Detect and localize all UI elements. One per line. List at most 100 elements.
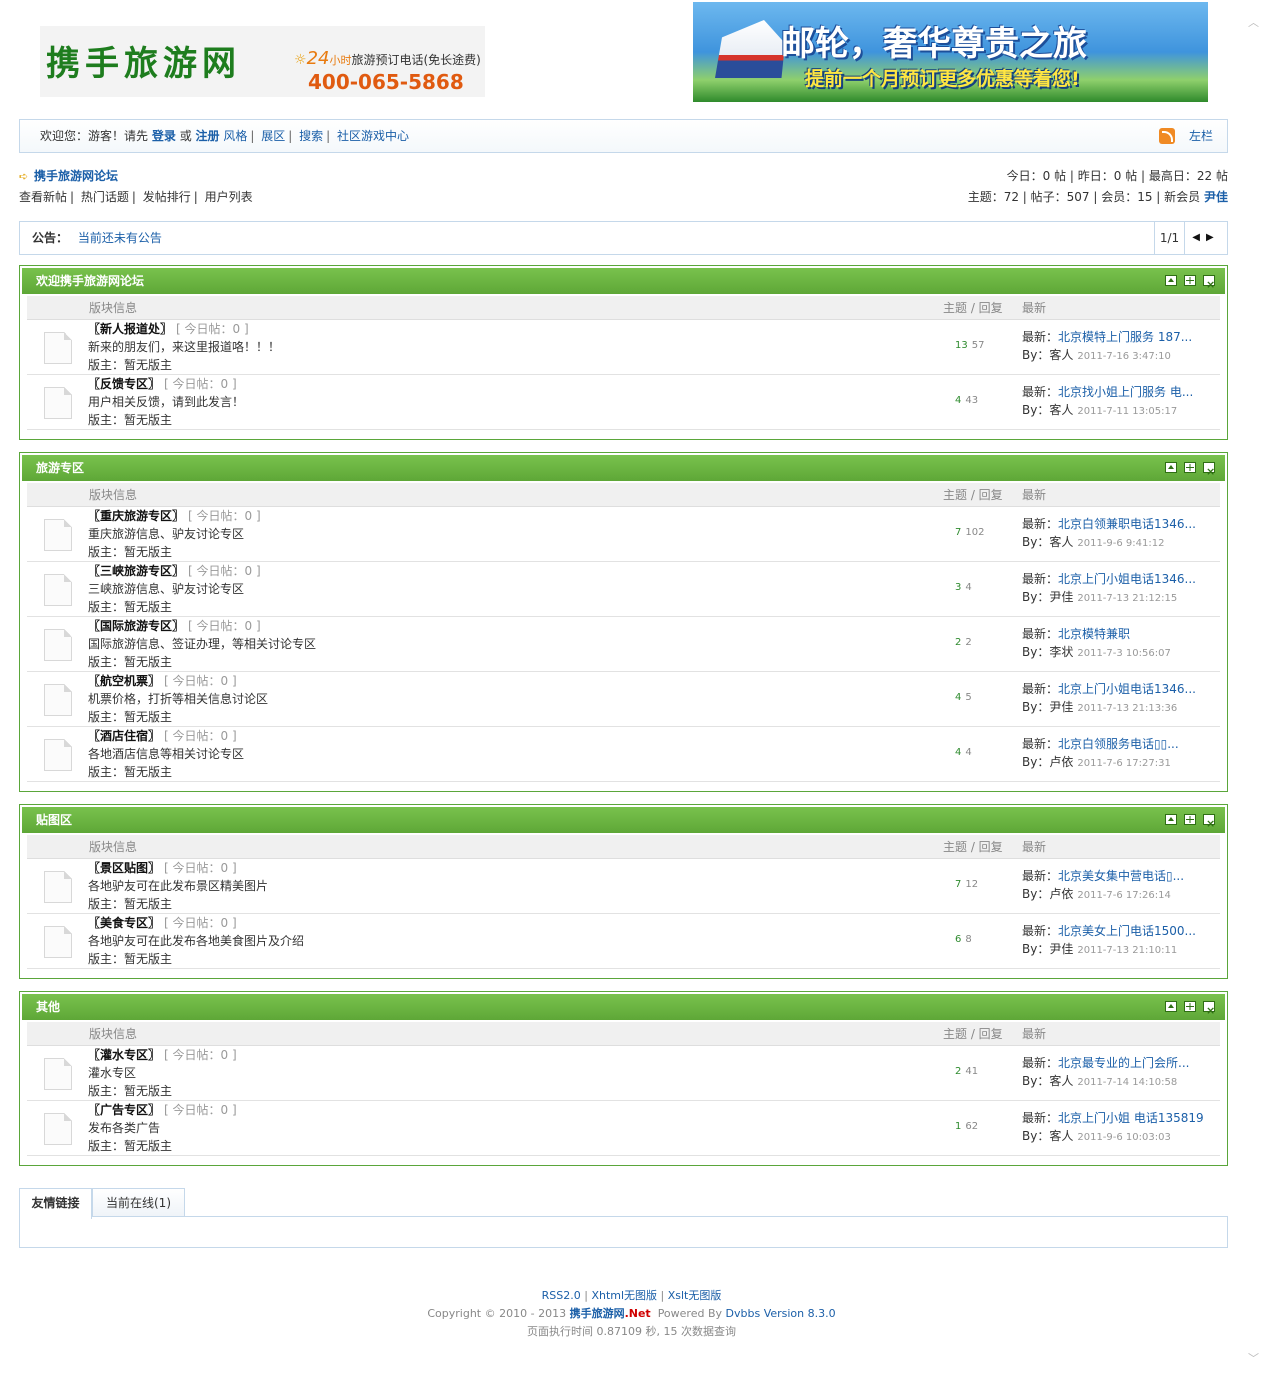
register-link[interactable]: 注册 [196,129,220,143]
latest-post-user[interactable]: 客人 [1049,535,1073,549]
category-title[interactable]: 贴图区 [36,813,72,827]
next-arrow-icon[interactable]: ▶ [1206,232,1220,243]
latest-post-user[interactable]: 尹佳 [1049,942,1073,956]
board-name-link[interactable]: 〖国际旅游专区〗 [88,619,184,633]
board-status-icon [44,574,72,606]
board-status-icon [44,519,72,551]
category-header: 其他 [22,994,1225,1024]
collapse-icon[interactable] [1165,814,1177,825]
column-header: 版块信息 主题 / 回复 最新 [27,835,1220,859]
latest-post-link[interactable]: 北京美女上门电话1500... [1058,924,1196,938]
latest-post-user[interactable]: 客人 [1049,1074,1073,1088]
board-name-link[interactable]: 〖酒店住宿〗 [88,729,160,743]
latest-post-link[interactable]: 北京上门小姐电话1346... [1058,572,1196,586]
login-link[interactable]: 登录 [152,129,176,143]
layout-grid-icon[interactable] [1184,275,1196,286]
latest-post-time: 2011-7-13 21:10:11 [1077,945,1178,956]
newest-member-link[interactable]: 尹佳 [1204,190,1228,204]
collapse-icon[interactable] [1165,275,1177,286]
latest-post-link[interactable]: 北京模特上门服务 187... [1058,330,1192,344]
board-status-icon [44,926,72,958]
board-moderator: 版主：暂无版主 [88,1084,173,1098]
board-status-icon [44,1113,72,1145]
latest-post-link[interactable]: 北京找小姐上门服务 电... [1058,385,1193,399]
style-link[interactable]: 风格 [223,129,247,143]
latest-post-user[interactable]: 李状 [1049,645,1073,659]
latest-post-user[interactable]: 客人 [1049,403,1073,417]
board-description: 新来的朋友们，来这里报道咯！！！ [88,340,281,354]
board-row: 〖重庆旅游专区〗 [ 今日帖：0 ] 重庆旅游信息、驴友讨论专区 版主：暂无版主 7 10… [27,507,1220,562]
category-title[interactable]: 欢迎携手旅游网论坛 [36,274,144,288]
quick-link-post-ranking[interactable]: 发帖排行 [143,190,191,204]
close-icon[interactable] [1203,811,1215,837]
topic-count: 13 [955,340,968,351]
latest-post-user[interactable]: 客人 [1049,348,1073,362]
latest-post-user[interactable]: 客人 [1049,1129,1073,1143]
left-bar-link[interactable]: 左栏 [1189,129,1213,143]
latest-post-user[interactable]: 尹佳 [1049,700,1073,714]
announcement-label: 公告： [32,231,69,245]
scroll-down-icon[interactable]: ﹀ [1248,1350,1259,1366]
search-link[interactable]: 搜索 [299,129,323,143]
layout-grid-icon[interactable] [1184,1001,1196,1012]
footer-powered-link[interactable]: Dvbbs Version 8.3.0 [726,1307,836,1320]
quick-link-user-list[interactable]: 用户列表 [205,190,253,204]
board-name-link[interactable]: 〖广告专区〗 [88,1103,160,1117]
tab-friend-links[interactable]: 友情链接 [19,1188,92,1219]
footer-brand-link[interactable]: 携手旅游网.Net [570,1307,651,1320]
latest-post-user[interactable]: 卢依 [1049,887,1073,901]
collapse-icon[interactable] [1165,1001,1177,1012]
forum-totals: 主题：72 | 帖子：507 | 会员：15 | 新会员 尹佳 [967,190,1228,204]
rss-icon[interactable] [1159,128,1176,144]
board-moderator: 版主：暂无版主 [88,413,173,427]
expand-link[interactable]: 展区 [261,129,285,143]
category-title[interactable]: 其他 [36,1000,60,1014]
latest-post-link[interactable]: 北京上门小姐电话1346... [1058,682,1196,696]
banner-subtitle: 提前一个月预订更多优惠等着您! [805,68,1080,90]
breadcrumb-forum-link[interactable]: 携手旅游网论坛 [34,169,118,183]
board-name-link[interactable]: 〖新人报道处〗 [88,322,172,336]
board-row: 〖酒店住宿〗[ 今日帖：0 ] 各地酒店信息等相关讨论专区 版主：暂无版主 4 4 最新：… [27,727,1220,782]
latest-post-link[interactable]: 北京美女集中营电话▯... [1058,869,1184,883]
latest-post-user[interactable]: 卢依 [1049,755,1073,769]
topic-count: 3 [955,582,962,593]
announcement-text[interactable]: 当前还未有公告 [78,231,162,245]
board-name-link[interactable]: 〖重庆旅游专区〗 [88,509,184,523]
scroll-up-icon[interactable]: ︿ [1248,14,1259,30]
latest-post-link[interactable]: 北京上门小姐 电话135819 [1058,1111,1204,1125]
board-name-link[interactable]: 〖美食专区〗 [88,916,160,930]
footer-xhtml-link[interactable]: Xhtml无图版 [591,1289,657,1302]
board-name-link[interactable]: 〖景区贴图〗 [88,861,160,875]
cruise-banner[interactable]: 邮轮，奢华尊贵之旅 提前一个月预订更多优惠等着您! [693,2,1208,102]
footer-xslt-link[interactable]: Xslt无图版 [668,1289,722,1302]
latest-post-user[interactable]: 尹佳 [1049,590,1073,604]
reply-count: 4 [965,747,972,758]
board-moderator: 版主：暂无版主 [88,765,173,779]
latest-post-link[interactable]: 北京模特兼职 [1058,627,1130,641]
layout-grid-icon[interactable] [1184,462,1196,473]
quick-link-new-posts[interactable]: 查看新帖 [19,190,67,204]
category-title[interactable]: 旅游专区 [36,461,84,475]
prev-arrow-icon[interactable]: ◀ [1192,232,1206,243]
latest-post-link[interactable]: 北京白领兼职电话1346... [1058,517,1196,531]
close-icon[interactable] [1203,998,1215,1024]
close-icon[interactable] [1203,272,1215,298]
latest-post-time: 2011-7-6 17:26:14 [1077,890,1171,901]
board-name-link[interactable]: 〖灌水专区〗 [88,1048,160,1062]
latest-post-link[interactable]: 北京白领服务电话▯▯... [1058,737,1179,751]
quick-link-hot-topics[interactable]: 热门话题 [81,190,129,204]
layout-grid-icon[interactable] [1184,814,1196,825]
collapse-icon[interactable] [1165,462,1177,473]
latest-post-link[interactable]: 北京最专业的上门会所... [1058,1056,1189,1070]
tab-online-users[interactable]: 当前在线(1) [92,1188,185,1218]
topic-count: 4 [955,747,962,758]
latest-post-time: 2011-9-6 10:03:03 [1077,1132,1171,1143]
site-logo[interactable]: 携手旅游网 ☼24小时旅游预订电话(免长途费) 400-065-5868 [40,26,485,97]
board-counts: 7 12 [955,879,978,890]
board-name-link[interactable]: 〖反馈专区〗 [88,377,160,391]
footer-rss-link[interactable]: RSS2.0 [542,1289,581,1302]
close-icon[interactable] [1203,459,1215,485]
board-name-link[interactable]: 〖三峡旅游专区〗 [88,564,184,578]
game-center-link[interactable]: 社区游戏中心 [337,129,409,143]
board-name-link[interactable]: 〖航空机票〗 [88,674,160,688]
